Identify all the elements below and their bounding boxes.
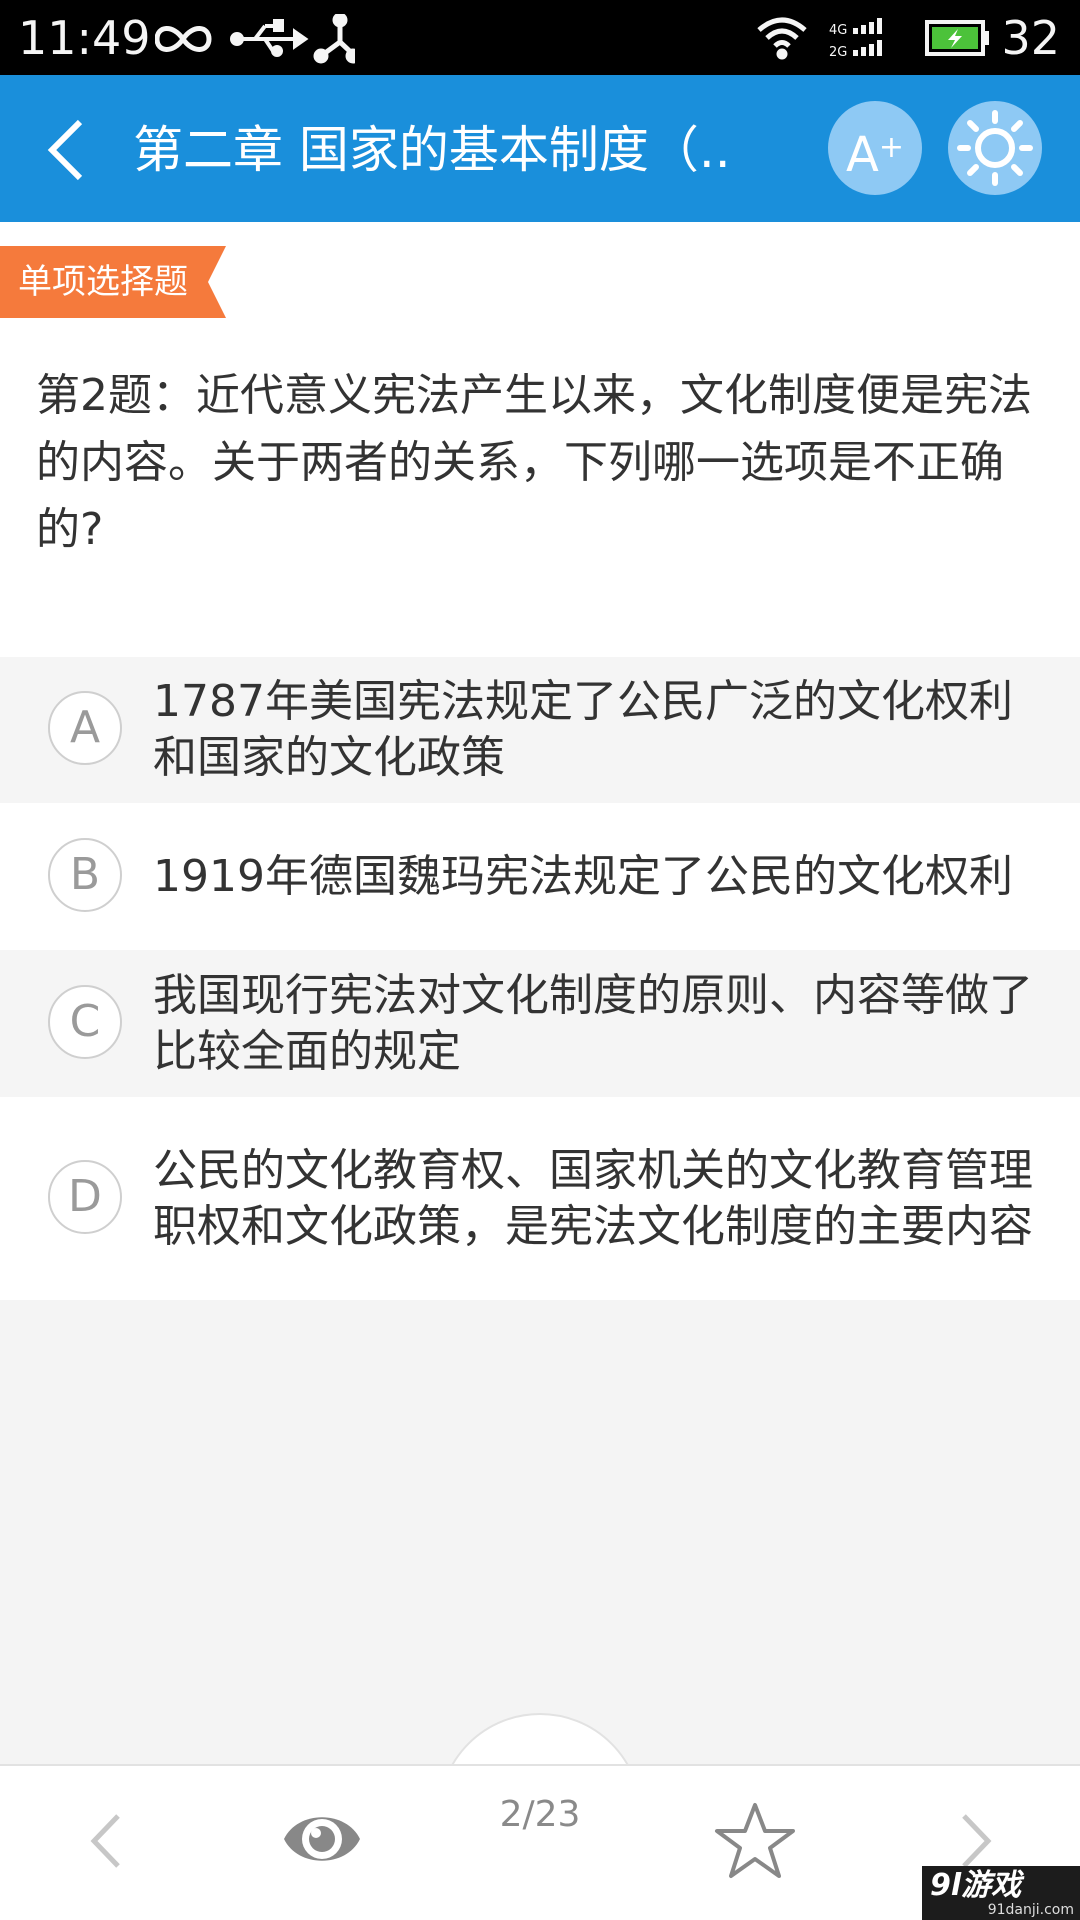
brightness-icon xyxy=(957,110,1033,186)
option-letter-badge: C xyxy=(48,984,122,1059)
font-size-plus: + xyxy=(878,130,904,165)
option-text: 1787年美国宪法规定了公民广泛的文化权利和国家的文化政策 xyxy=(153,676,1013,783)
infinity-icon xyxy=(155,26,212,52)
chevron-left-icon xyxy=(47,119,83,181)
option-letter-badge: D xyxy=(48,1159,122,1234)
option-text: 公民的文化教育权、国家机关的文化教育管理职权和文化政策，是宪法文化制度的主要内容 xyxy=(153,1144,1033,1252)
option-a[interactable]: A 1787年美国宪法规定了公民广泛的文化权利和国家的文化政策 xyxy=(0,657,1080,803)
option-d[interactable]: D 公民的文化教育权、国家机关的文化教育管理职权和文化政策，是宪法文化制度的主要… xyxy=(0,1097,1080,1300)
view-answer-button[interactable] xyxy=(280,1802,364,1876)
question-type-tag: 单项选择题 xyxy=(0,246,226,318)
status-icons-left xyxy=(155,14,355,64)
share-node-icon xyxy=(313,14,355,64)
option-letter-badge: B xyxy=(48,837,122,912)
watermark-site: 91danji.com xyxy=(987,1902,1074,1918)
status-time: 11:49 xyxy=(18,11,151,65)
font-size-icon: A+ xyxy=(828,101,922,195)
font-size-button[interactable]: A+ xyxy=(828,101,922,195)
brightness-button[interactable] xyxy=(948,101,1042,195)
question-text: 第2题：近代意义宪法产生以来，文化制度便是宪法的内容。关于两者的关系，下列哪一选… xyxy=(36,370,1032,555)
usb-icon xyxy=(230,19,309,57)
chevron-left-icon xyxy=(90,1814,120,1868)
option-b[interactable]: B 1919年德国魏玛宪法规定了公民的文化权利 xyxy=(0,803,1080,950)
favorite-button[interactable] xyxy=(712,1800,798,1882)
font-size-letter: A xyxy=(846,127,879,183)
svg-text:4G: 4G xyxy=(829,23,847,38)
question-area: 单项选择题 第2题：近代意义宪法产生以来，文化制度便是宪法的内容。关于两者的关系… xyxy=(0,222,1080,657)
status-bar: 11:49 4G 2G 32 xyxy=(0,0,1080,75)
star-icon xyxy=(715,1803,795,1878)
wifi-icon xyxy=(757,17,807,60)
battery-percent: 32 xyxy=(1001,11,1060,65)
option-c[interactable]: C 我国现行宪法对文化制度的原则、内容等做了比较全面的规定 xyxy=(0,950,1080,1097)
option-text: 1919年德国魏玛宪法规定了公民的文化权利 xyxy=(153,850,1013,902)
svg-text:2G: 2G xyxy=(829,45,847,60)
answer-options: A 1787年美国宪法规定了公民广泛的文化权利和国家的文化政策 B 1919年德… xyxy=(0,657,1080,1300)
previous-question-button[interactable] xyxy=(82,1808,132,1874)
option-letter-badge: A xyxy=(48,691,122,765)
next-question-button[interactable] xyxy=(950,1808,1000,1874)
app-bar: 第二章 国家的基本制度（.. A+ xyxy=(0,75,1080,222)
battery-icon xyxy=(925,20,989,56)
chevron-right-icon xyxy=(962,1814,992,1868)
eye-icon xyxy=(284,1817,360,1861)
option-text: 我国现行宪法对文化制度的原则、内容等做了比较全面的规定 xyxy=(153,969,1033,1077)
page-counter[interactable]: 2/23 xyxy=(438,1790,642,1840)
back-button[interactable] xyxy=(40,110,100,190)
status-icons-right: 4G 2G xyxy=(757,17,989,60)
signal-2g-icon: 2G xyxy=(829,40,882,60)
watermark: 9l游戏 91danji.com xyxy=(922,1866,1080,1920)
signal-4g-icon: 4G xyxy=(829,18,882,38)
page-title: 第二章 国家的基本制度（.. xyxy=(133,121,731,179)
watermark-logo: 9l游戏 xyxy=(930,1868,1022,1903)
question-type-label: 单项选择题 xyxy=(18,262,188,302)
